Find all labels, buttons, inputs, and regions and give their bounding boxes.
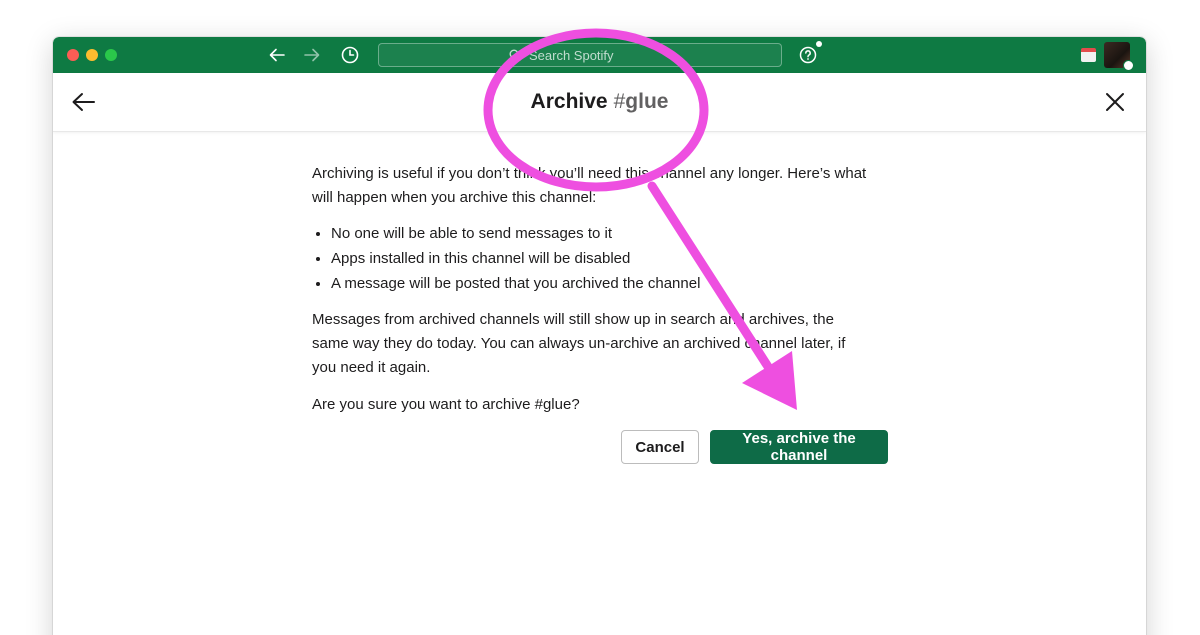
list-item: No one will be able to send messages to … <box>331 222 872 246</box>
close-window-button[interactable] <box>67 49 79 61</box>
search-bar[interactable] <box>378 43 782 67</box>
note-text: Messages from archived channels will sti… <box>312 311 846 376</box>
list-item: A message will be posted that you archiv… <box>331 272 872 296</box>
app-window: Archive#glue Archiving is useful if you … <box>53 37 1146 635</box>
close-icon[interactable] <box>1100 87 1130 117</box>
cancel-button[interactable]: Cancel <box>621 430 699 464</box>
intro-text: Archiving is useful if you don’t think y… <box>312 165 867 206</box>
back-arrow-icon[interactable] <box>265 43 289 67</box>
search-icon <box>509 49 521 61</box>
archive-channel-button[interactable]: Yes, archive the channel <box>710 430 888 464</box>
minimize-window-button[interactable] <box>86 49 98 61</box>
modal-body: Archiving is useful if you don’t think y… <box>312 162 872 417</box>
list-item: Apps installed in this channel will be d… <box>331 247 872 271</box>
history-clock-icon[interactable] <box>338 43 362 67</box>
title-bar <box>53 37 1146 73</box>
modal-title-text: Archive <box>530 90 608 113</box>
screenshot: Archive#glue Archiving is useful if you … <box>0 0 1200 635</box>
help-icon[interactable] <box>796 41 822 67</box>
modal-title: Archive #glue <box>53 90 1146 114</box>
modal-header: Archive #glue <box>53 73 1146 132</box>
confirm-question: Are you sure you want to archive #glue? <box>312 396 580 413</box>
notification-dot <box>816 41 822 47</box>
channel-hash: # <box>613 90 626 113</box>
presence-indicator <box>1123 60 1134 71</box>
consequence-list: No one will be able to send messages to … <box>312 222 872 296</box>
forward-arrow-icon[interactable] <box>300 43 324 67</box>
channel-name: glue <box>625 90 669 113</box>
search-input[interactable] <box>527 46 651 64</box>
calendar-icon[interactable] <box>1081 48 1096 62</box>
zoom-window-button[interactable] <box>105 49 117 61</box>
